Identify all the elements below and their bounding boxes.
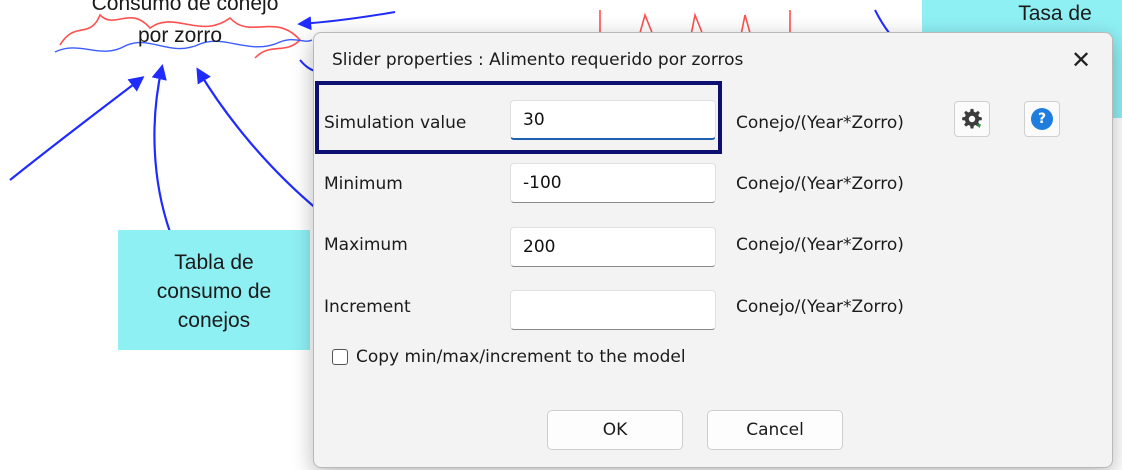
- close-icon: ✕: [1070, 46, 1092, 74]
- maximum-input[interactable]: [510, 227, 716, 267]
- cancel-button[interactable]: Cancel: [707, 410, 843, 450]
- maximum-label: Maximum: [324, 235, 408, 255]
- dialog-title: Slider properties : Alimento requerido p…: [332, 50, 744, 70]
- increment-unit: Conejo/(Year*Zorro): [736, 297, 904, 317]
- arrow-from-dialog-area: [196, 67, 319, 211]
- simulation-value-unit: Conejo/(Year*Zorro): [736, 113, 904, 133]
- copy-to-model-checkbox[interactable]: [332, 349, 348, 365]
- increment-input[interactable]: [510, 290, 716, 330]
- gear-icon: [962, 108, 982, 129]
- table-note-line-2: consumo de: [156, 280, 272, 303]
- rate-note-line-1: Tasa de: [1018, 2, 1092, 25]
- help-icon: ?: [1031, 108, 1053, 130]
- close-button[interactable]: ✕: [1064, 43, 1098, 77]
- settings-button[interactable]: [954, 101, 990, 137]
- node-label-partial: Consumo de conejo: [91, 0, 279, 15]
- help-button[interactable]: ?: [1024, 101, 1060, 137]
- simulation-value-highlight: [315, 81, 722, 154]
- node-label: por zorro: [137, 24, 223, 47]
- ok-button[interactable]: OK: [547, 410, 683, 450]
- table-note-line-3: conejos: [177, 309, 251, 332]
- table-note-line-1: Tabla de: [174, 251, 254, 274]
- copy-to-model-label[interactable]: Copy min/max/increment to the model: [356, 347, 686, 367]
- arrow-to-top-node: [297, 11, 396, 31]
- increment-label: Increment: [324, 297, 411, 317]
- maximum-unit: Conejo/(Year*Zorro): [736, 235, 904, 255]
- arrow-from-table: [151, 63, 172, 233]
- minimum-unit: Conejo/(Year*Zorro): [736, 174, 904, 194]
- minimum-input[interactable]: [510, 163, 716, 203]
- arrow-left-edge: [9, 76, 145, 181]
- minimum-label: Minimum: [324, 174, 403, 194]
